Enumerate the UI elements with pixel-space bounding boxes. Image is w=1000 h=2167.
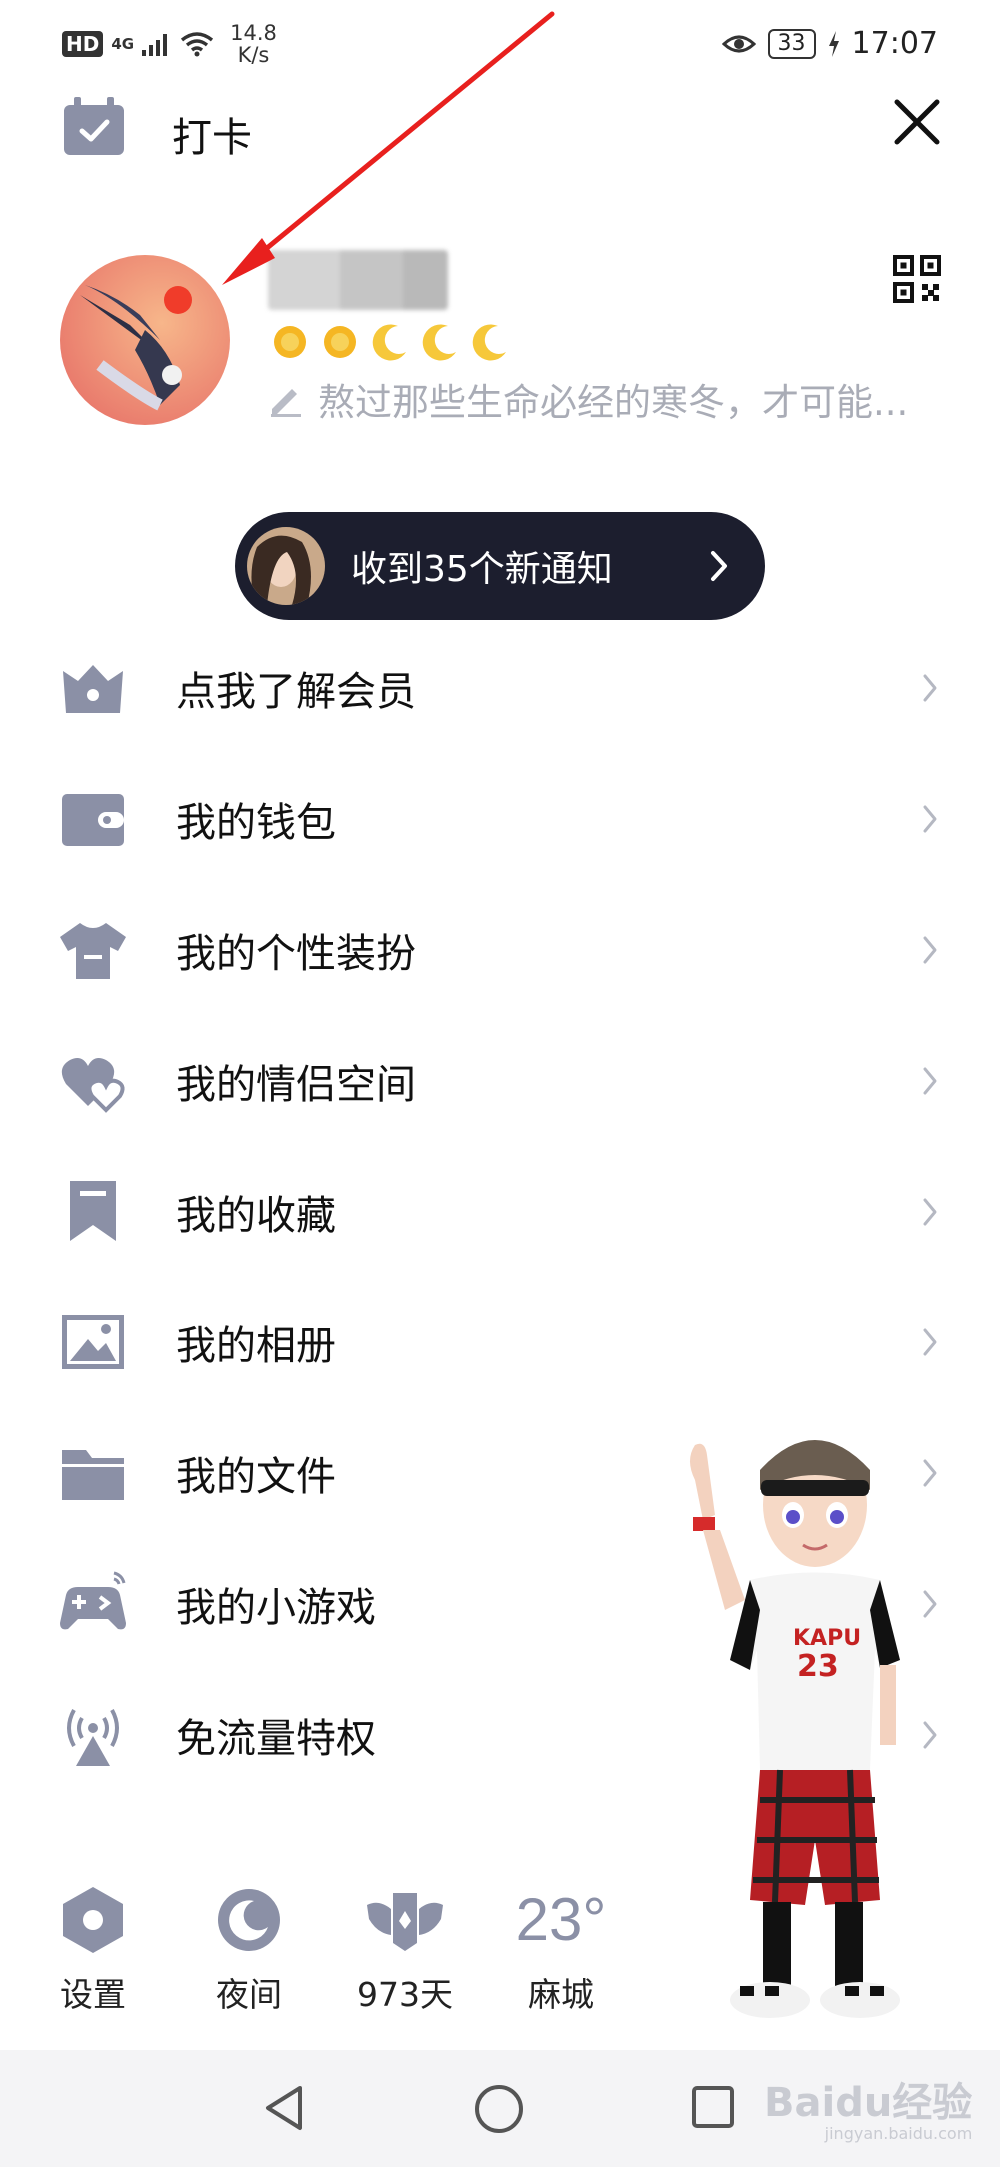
gamepad-icon [60, 1571, 126, 1630]
settings-button[interactable]: 设置 [28, 1880, 158, 2016]
menu-item-label: 点我了解会员 [176, 669, 416, 716]
photo-album-icon [62, 1315, 124, 1370]
hearts-icon [61, 1057, 125, 1113]
menu-item-label: 我的钱包 [176, 800, 336, 847]
top-bar: 打卡 [0, 85, 1000, 205]
chevron-right-icon [923, 674, 937, 702]
menu-item-label: 免流量特权 [176, 1715, 376, 1762]
network-type: 4G [111, 35, 135, 53]
signal-tower-icon [67, 1708, 119, 1766]
menu-item-album[interactable]: 我的相册 [0, 1277, 1000, 1408]
signature-edit[interactable]: 熬过那些生命必经的寒冬，才可能... [268, 372, 928, 426]
menu-item-label: 我的相册 [176, 1323, 336, 1370]
wallet-icon [62, 794, 124, 847]
watermark-url: jingyan.baidu.com [824, 2124, 973, 2143]
vip-house-icon [63, 665, 123, 714]
moon-icon [372, 324, 406, 361]
notification-avatar [247, 527, 325, 605]
city-label: 麻城 [528, 1975, 594, 2014]
pencil-icon [271, 389, 301, 417]
folder-icon [62, 1450, 124, 1501]
back-triangle-icon[interactable] [262, 2084, 306, 2132]
night-mode-button[interactable]: 夜间 [184, 1880, 314, 2016]
signal-icon [142, 34, 168, 56]
temperature: 23° [515, 1886, 607, 1953]
svg-text:23: 23 [797, 1649, 839, 1684]
menu-item-label: 我的情侣空间 [176, 1061, 416, 1108]
chevron-right-icon [711, 551, 727, 581]
profile-avatar[interactable] [60, 255, 230, 425]
qr-code-icon[interactable] [893, 255, 941, 303]
chevron-right-icon [923, 936, 937, 964]
clock: 17:07 [851, 26, 938, 61]
wifi-icon [181, 32, 214, 57]
chevron-right-icon [923, 1067, 937, 1095]
notification-banner[interactable]: 收到35个新通知 [235, 512, 765, 620]
settings-label: 设置 [60, 1975, 126, 2014]
svg-text:KAPU: KAPU [793, 1626, 861, 1651]
bookmark-icon [70, 1180, 116, 1241]
menu-item-label: 我的小游戏 [176, 1584, 376, 1631]
menu-item-favorites[interactable]: 我的收藏 [0, 1146, 1000, 1277]
menu-item-couple-space[interactable]: 我的情侣空间 [0, 1015, 1000, 1146]
calendar-check-icon[interactable] [62, 95, 126, 159]
avatar-character[interactable]: KAPU 23 [665, 1420, 935, 2040]
eye-comfort-icon [721, 35, 756, 52]
notification-text: 收到35个新通知 [351, 549, 613, 590]
charging-icon [828, 30, 839, 57]
home-circle-icon[interactable] [473, 2083, 525, 2135]
moon-icon [472, 324, 506, 361]
sun-icon [324, 326, 356, 358]
checkin-label[interactable]: 打卡 [172, 105, 252, 163]
watermark-brand: Baidu经验 [764, 2080, 973, 2126]
night-mode-label: 夜间 [216, 1975, 282, 2014]
close-icon[interactable] [892, 97, 942, 147]
eagle-avatar-image [60, 255, 230, 425]
menu-item-wallet[interactable]: 我的钱包 [0, 754, 1000, 885]
level-badges[interactable] [268, 320, 512, 364]
settings-hexagon-icon [63, 1887, 123, 1953]
battery-level: 33 [767, 28, 816, 59]
chevron-right-icon [923, 1328, 937, 1356]
weather-button[interactable]: 23° 麻城 [496, 1880, 626, 2016]
status-bar: HD 4G 14.8 K/s 33 17:07 [0, 0, 1000, 85]
days-badge-button[interactable]: 973天 [340, 1880, 470, 2016]
menu-item-label: 我的文件 [176, 1454, 336, 1501]
bottom-actions: 设置 夜间 973天 23° 麻城 [0, 1880, 700, 2030]
network-speed: 14.8 K/s [230, 21, 277, 67]
system-nav-bar: Baidu经验 jingyan.baidu.com [0, 2050, 1000, 2167]
chevron-right-icon [923, 805, 937, 833]
days-label: 973天 [357, 1975, 453, 2014]
chevron-right-icon [923, 1198, 937, 1226]
nickname-redacted [268, 250, 448, 310]
moon-icon [422, 324, 456, 361]
menu-item-dressup[interactable]: 我的个性装扮 [0, 885, 1000, 1016]
moon-circle-icon [218, 1889, 280, 1951]
tshirt-icon [60, 922, 126, 979]
baidu-watermark: Baidu经验 jingyan.baidu.com [764, 2070, 972, 2143]
signature-text: 熬过那些生命必经的寒冬，才可能... [318, 381, 909, 424]
menu-item-label: 我的个性装扮 [176, 930, 416, 977]
hd-badge: HD [62, 31, 104, 57]
sun-icon [274, 326, 306, 358]
menu-item-label: 我的收藏 [176, 1192, 336, 1239]
menu-item-vip[interactable]: 点我了解会员 [0, 623, 1000, 754]
winged-badge-icon [367, 1893, 443, 1951]
recent-apps-square-icon[interactable] [690, 2084, 736, 2130]
